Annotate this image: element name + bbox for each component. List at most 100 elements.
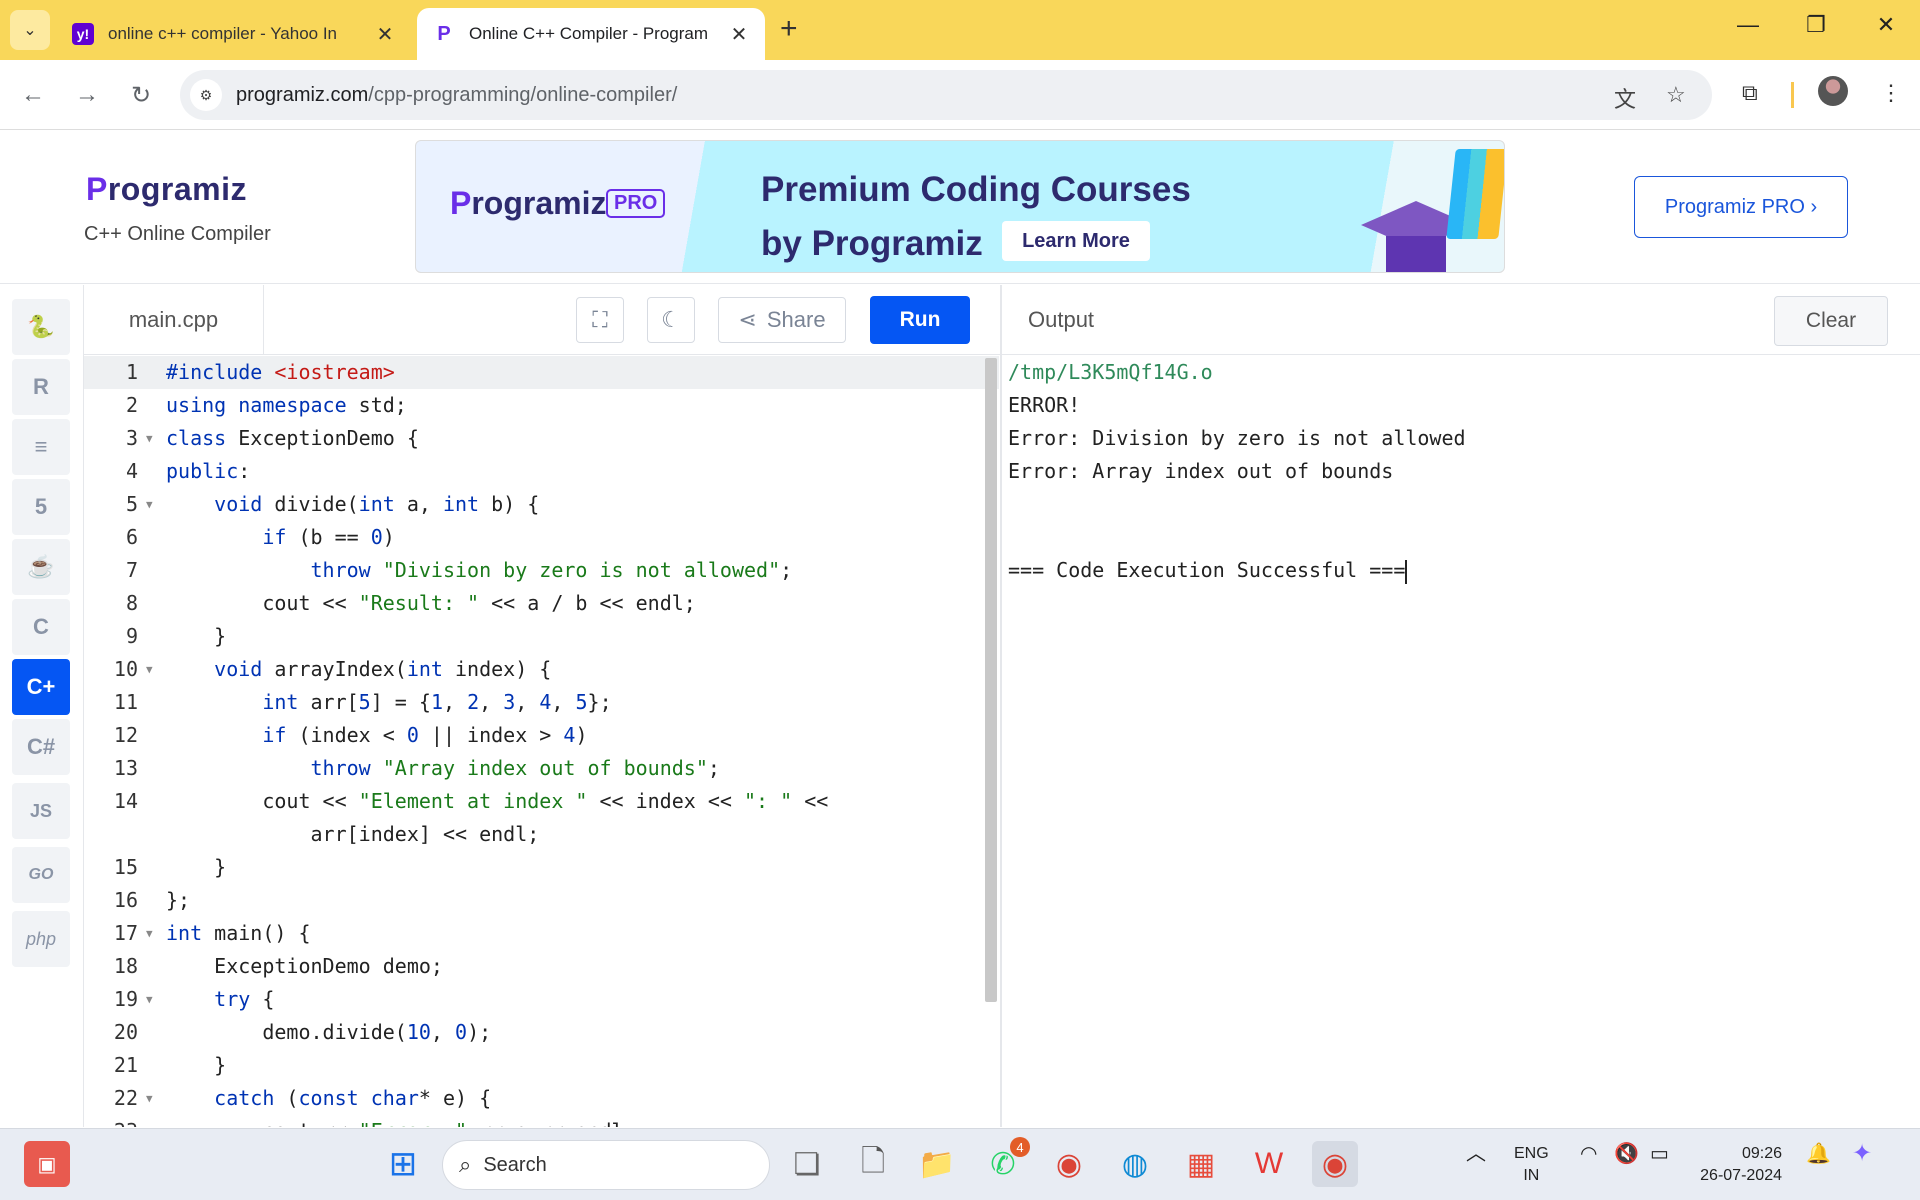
- file-icon[interactable]: 🗋: [850, 1141, 896, 1187]
- tab-search-button[interactable]: ⌄: [10, 10, 50, 50]
- csharp-icon[interactable]: C#: [12, 719, 70, 775]
- html5-icon[interactable]: 5: [12, 479, 70, 535]
- go-language-icon[interactable]: GO: [12, 847, 70, 903]
- code-line[interactable]: 10 ▼ void arrayIndex(int index) {: [84, 653, 999, 686]
- bookmark-star-icon[interactable]: ☆: [1666, 82, 1686, 108]
- minimize-icon[interactable]: —: [1728, 12, 1768, 38]
- close-tab-icon[interactable]: ✕: [375, 22, 395, 47]
- restore-icon[interactable]: ❐: [1796, 12, 1836, 38]
- windows-start-icon[interactable]: ⊞: [380, 1141, 426, 1187]
- language-indicator[interactable]: ENG IN: [1514, 1143, 1549, 1187]
- copilot-icon[interactable]: ✦: [1852, 1142, 1872, 1166]
- profile-avatar[interactable]: [1818, 76, 1848, 106]
- fold-arrow-icon[interactable]: ▼: [146, 983, 153, 1016]
- code-line[interactable]: 13 throw "Array index out of bounds";: [84, 752, 999, 785]
- sql-database-icon[interactable]: ≡: [12, 419, 70, 475]
- c-language-icon[interactable]: C: [12, 599, 70, 655]
- cpp-language-icon[interactable]: C+: [12, 659, 70, 715]
- code-line[interactable]: 1 #include <iostream>: [84, 356, 999, 389]
- chrome-icon[interactable]: ◉: [1046, 1141, 1092, 1187]
- dark-mode-moon-icon[interactable]: ☾: [647, 297, 695, 343]
- reload-icon[interactable]: ↻: [124, 78, 158, 112]
- r-language-icon[interactable]: R: [12, 359, 70, 415]
- site-info-icon[interactable]: ⚙: [190, 79, 222, 111]
- forward-arrow-icon[interactable]: →: [70, 78, 104, 112]
- promo-banner[interactable]: Programiz PRO Premium Coding Courses by …: [415, 140, 1505, 273]
- file-tab-main-cpp[interactable]: main.cpp: [84, 285, 264, 355]
- microsoft-store-icon[interactable]: ▦: [1178, 1141, 1224, 1187]
- extensions-icon[interactable]: ⧉: [1742, 80, 1758, 106]
- output-line: Error: Array index out of bounds: [1008, 459, 1394, 483]
- fullscreen-icon[interactable]: ⛶: [576, 297, 624, 343]
- code-line[interactable]: 4 public:: [84, 455, 999, 488]
- battery-icon[interactable]: ▭: [1650, 1143, 1669, 1165]
- fold-arrow-icon[interactable]: ▼: [146, 422, 153, 455]
- fold-arrow-icon[interactable]: ▼: [146, 488, 153, 521]
- clear-button[interactable]: Clear: [1774, 296, 1888, 346]
- chrome-profile-icon[interactable]: ◉: [1312, 1141, 1358, 1187]
- code-line[interactable]: 12 if (index < 0 || index > 4): [84, 719, 999, 752]
- show-hidden-icons-chevron[interactable]: ︿: [1466, 1143, 1486, 1165]
- code-line[interactable]: 14 cout << "Element at index " << index …: [84, 785, 999, 818]
- new-tab-button[interactable]: +: [780, 14, 798, 44]
- code-editor[interactable]: 1 #include <iostream> 2 using namespace std…: [84, 356, 999, 1127]
- file-explorer-icon[interactable]: 📁: [914, 1141, 960, 1187]
- code-line[interactable]: 19 ▼ try {: [84, 983, 999, 1016]
- more-menu-icon[interactable]: ⋮: [1880, 80, 1902, 106]
- fold-arrow-icon[interactable]: ▼: [146, 1082, 153, 1115]
- share-button[interactable]: ⋖ Share: [718, 297, 846, 343]
- panel-divider[interactable]: [1000, 285, 1002, 1127]
- code-line[interactable]: 20 demo.divide(10, 0);: [84, 1016, 999, 1049]
- code-line[interactable]: 2 using namespace std;: [84, 389, 999, 422]
- wps-office-icon[interactable]: W: [1246, 1141, 1292, 1187]
- line-number: 3: [125, 426, 138, 450]
- close-window-icon[interactable]: ✕: [1866, 12, 1906, 38]
- address-bar[interactable]: ⚙ programiz.com/cpp-programming/online-c…: [180, 70, 1712, 120]
- output-console[interactable]: /tmp/L3K5mQf14G.o ERROR! Error: Division b…: [1008, 356, 1908, 587]
- speaker-muted-icon[interactable]: 🔇: [1614, 1143, 1639, 1165]
- java-icon[interactable]: ☕: [12, 539, 70, 595]
- fold-arrow-icon[interactable]: ▼: [146, 653, 153, 686]
- code-line[interactable]: arr[index] << endl;: [84, 818, 999, 851]
- fold-arrow-icon[interactable]: ▼: [146, 917, 153, 950]
- notification-bell-icon[interactable]: 🔔: [1806, 1143, 1831, 1165]
- run-button[interactable]: Run: [870, 296, 970, 344]
- url-text[interactable]: programiz.com/cpp-programming/online-com…: [236, 84, 677, 107]
- programiz-pro-button[interactable]: Programiz PRO ›: [1634, 176, 1848, 238]
- code-line[interactable]: 15 }: [84, 851, 999, 884]
- javascript-icon[interactable]: JS: [12, 783, 70, 839]
- line-number: 6: [125, 525, 138, 549]
- close-tab-icon[interactable]: ✕: [729, 22, 749, 47]
- clock[interactable]: 09:26 26-07-2024: [1690, 1143, 1782, 1187]
- widgets-icon[interactable]: ▣: [24, 1141, 70, 1187]
- code-line[interactable]: 17 ▼ int main() {: [84, 917, 999, 950]
- line-number: 7: [125, 558, 138, 582]
- code-line[interactable]: 11 int arr[5] = {1, 2, 3, 4, 5};: [84, 686, 999, 719]
- code-line[interactable]: 23 cout << "Error: " << e << endl;: [84, 1115, 999, 1127]
- code-line[interactable]: 9 }: [84, 620, 999, 653]
- php-icon[interactable]: php: [12, 911, 70, 967]
- wifi-icon[interactable]: ◠: [1580, 1143, 1597, 1165]
- learn-more-button[interactable]: Learn More: [1002, 221, 1150, 261]
- code-line[interactable]: 16};: [84, 884, 999, 917]
- chevron-down-icon: ⌄: [23, 22, 37, 39]
- edge-icon[interactable]: ◍: [1112, 1141, 1158, 1187]
- editor-scrollbar[interactable]: [985, 358, 997, 1002]
- programiz-logo[interactable]: Programiz: [86, 171, 247, 208]
- task-view-icon[interactable]: ❏: [784, 1141, 830, 1187]
- code-line[interactable]: 18 ExceptionDemo demo;: [84, 950, 999, 983]
- taskbar-search[interactable]: ⌕ Search: [442, 1140, 770, 1190]
- python-icon[interactable]: 🐍: [12, 299, 70, 355]
- translate-icon[interactable]: 文: [1614, 82, 1636, 114]
- back-arrow-icon[interactable]: ←: [16, 78, 50, 112]
- browser-tab-yahoo[interactable]: y! online c++ compiler - Yahoo In ✕: [56, 8, 411, 60]
- code-line[interactable]: 21 }: [84, 1049, 999, 1082]
- search-icon: ⌕: [459, 1152, 472, 1177]
- code-line[interactable]: 22 ▼ catch (const char* e) {: [84, 1082, 999, 1115]
- code-line[interactable]: 8 cout << "Result: " << a / b << endl;: [84, 587, 999, 620]
- code-line[interactable]: 5 ▼ void divide(int a, int b) {: [84, 488, 999, 521]
- code-line[interactable]: 3 ▼ class ExceptionDemo {: [84, 422, 999, 455]
- code-line[interactable]: 7 throw "Division by zero is not allowed…: [84, 554, 999, 587]
- code-line[interactable]: 6 if (b == 0): [84, 521, 999, 554]
- browser-tab-programiz[interactable]: P Online C++ Compiler - Program ✕: [417, 8, 765, 60]
